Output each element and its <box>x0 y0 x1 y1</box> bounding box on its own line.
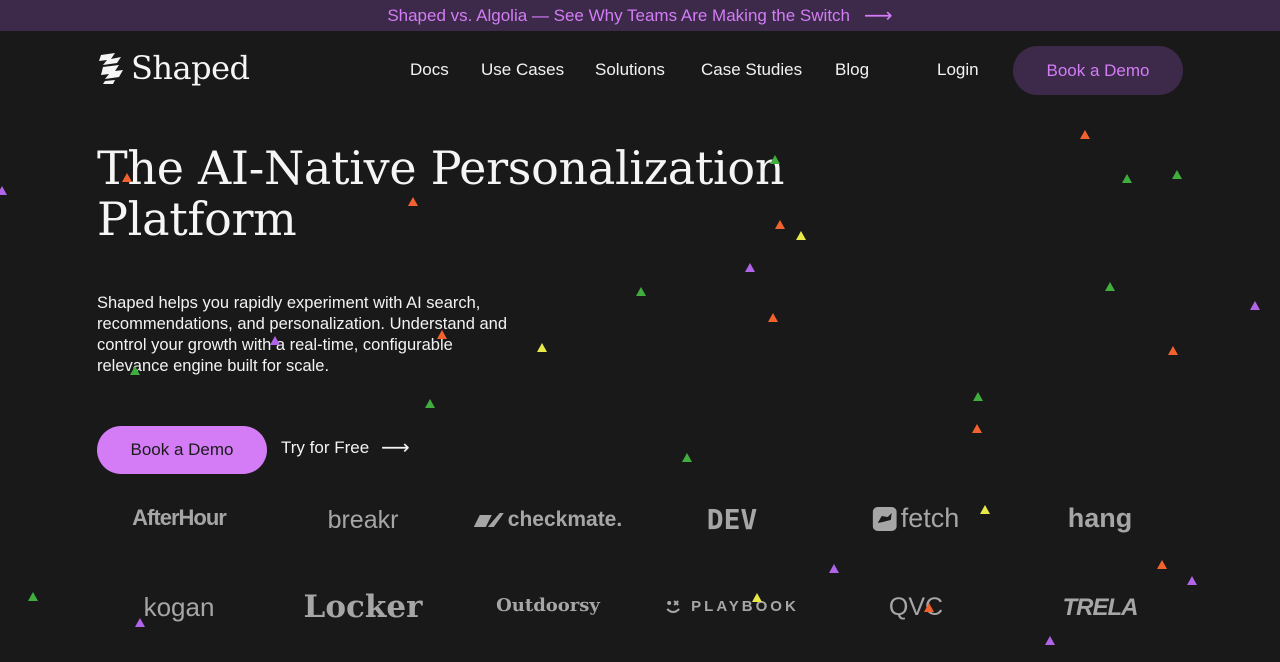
particle-triangle <box>537 343 547 352</box>
particle-triangle <box>636 287 646 296</box>
logo-locker: Locker <box>303 589 423 625</box>
logo-trela: TRELA <box>1062 594 1139 621</box>
particle-triangle <box>0 186 7 195</box>
shaped-logo-icon <box>99 53 123 84</box>
hero-title-line2: Platform <box>97 192 297 246</box>
logo-checkmate: checkmate. <box>473 508 623 532</box>
particle-triangle <box>1122 174 1132 183</box>
logo-fetch: fetch <box>872 503 960 534</box>
particle-triangle <box>1157 560 1167 569</box>
logo-qvc: QVC <box>888 593 944 621</box>
playbook-face-icon <box>666 599 680 613</box>
try-for-free-link[interactable]: Try for Free ⟶ <box>281 438 410 458</box>
particle-triangle <box>1045 636 1055 645</box>
book-demo-button[interactable]: Book a Demo <box>97 426 267 474</box>
logo-kogan: kogan <box>143 592 215 622</box>
logo-checkmate-text: checkmate. <box>507 508 623 531</box>
nav-login[interactable]: Login <box>937 60 979 80</box>
logo-text: Shaped <box>131 49 250 87</box>
particle-triangle <box>980 505 990 514</box>
banner-text[interactable]: Shaped vs. Algolia — See Why Teams Are M… <box>387 6 850 26</box>
nav-use-cases[interactable]: Use Cases <box>481 60 564 80</box>
hero-title-line1: The AI-Native Personalization <box>97 141 785 195</box>
particle-triangle <box>973 392 983 401</box>
particle-triangle <box>1105 282 1115 291</box>
logo-outdoorsy: Outdoorsy <box>496 595 600 616</box>
nav-solutions[interactable]: Solutions <box>595 60 665 80</box>
arrow-right-icon: ⟶ <box>381 437 410 459</box>
nav-docs[interactable]: Docs <box>410 60 449 80</box>
arrow-right-icon: ⟶ <box>864 4 893 27</box>
announcement-banner[interactable]: Shaped vs. Algolia — See Why Teams Are M… <box>0 0 1280 31</box>
hero-description: Shaped helps you rapidly experiment with… <box>97 294 508 375</box>
try-for-free-label: Try for Free <box>281 438 370 457</box>
hero-title: The AI-Native Personalization Platform <box>97 143 797 245</box>
particle-triangle <box>1250 301 1260 310</box>
logo-hang: hang <box>1067 503 1133 533</box>
checkmate-mark-icon <box>473 513 504 527</box>
particle-triangle <box>425 399 435 408</box>
top-navigation: Shaped Docs Use Cases Solutions Case Stu… <box>0 31 1280 109</box>
logo-fetch-text: fetch <box>900 503 960 533</box>
logo[interactable]: Shaped <box>97 49 250 87</box>
particle-triangle <box>829 564 839 573</box>
particle-triangle <box>1187 576 1197 585</box>
particle-triangle <box>745 263 755 272</box>
logo-afterhour: AfterHour <box>132 505 227 530</box>
particle-triangle <box>28 592 38 601</box>
particle-triangle <box>1080 130 1090 139</box>
logo-playbook: PLAYBOOK <box>665 598 799 615</box>
logo-dev: DEV <box>706 503 758 536</box>
particle-triangle <box>972 424 982 433</box>
book-demo-nav-button[interactable]: Book a Demo <box>1013 46 1183 95</box>
particle-triangle <box>796 231 806 240</box>
particle-triangle <box>768 313 778 322</box>
particle-triangle <box>1172 170 1182 179</box>
logo-playbook-text: PLAYBOOK <box>691 598 799 615</box>
nav-blog[interactable]: Blog <box>835 60 869 80</box>
fetch-dog-icon <box>872 506 897 531</box>
nav-case-studies[interactable]: Case Studies <box>701 60 802 80</box>
logo-breakr: breakr <box>327 506 399 534</box>
particle-triangle <box>1168 346 1178 355</box>
particle-triangle <box>682 453 692 462</box>
